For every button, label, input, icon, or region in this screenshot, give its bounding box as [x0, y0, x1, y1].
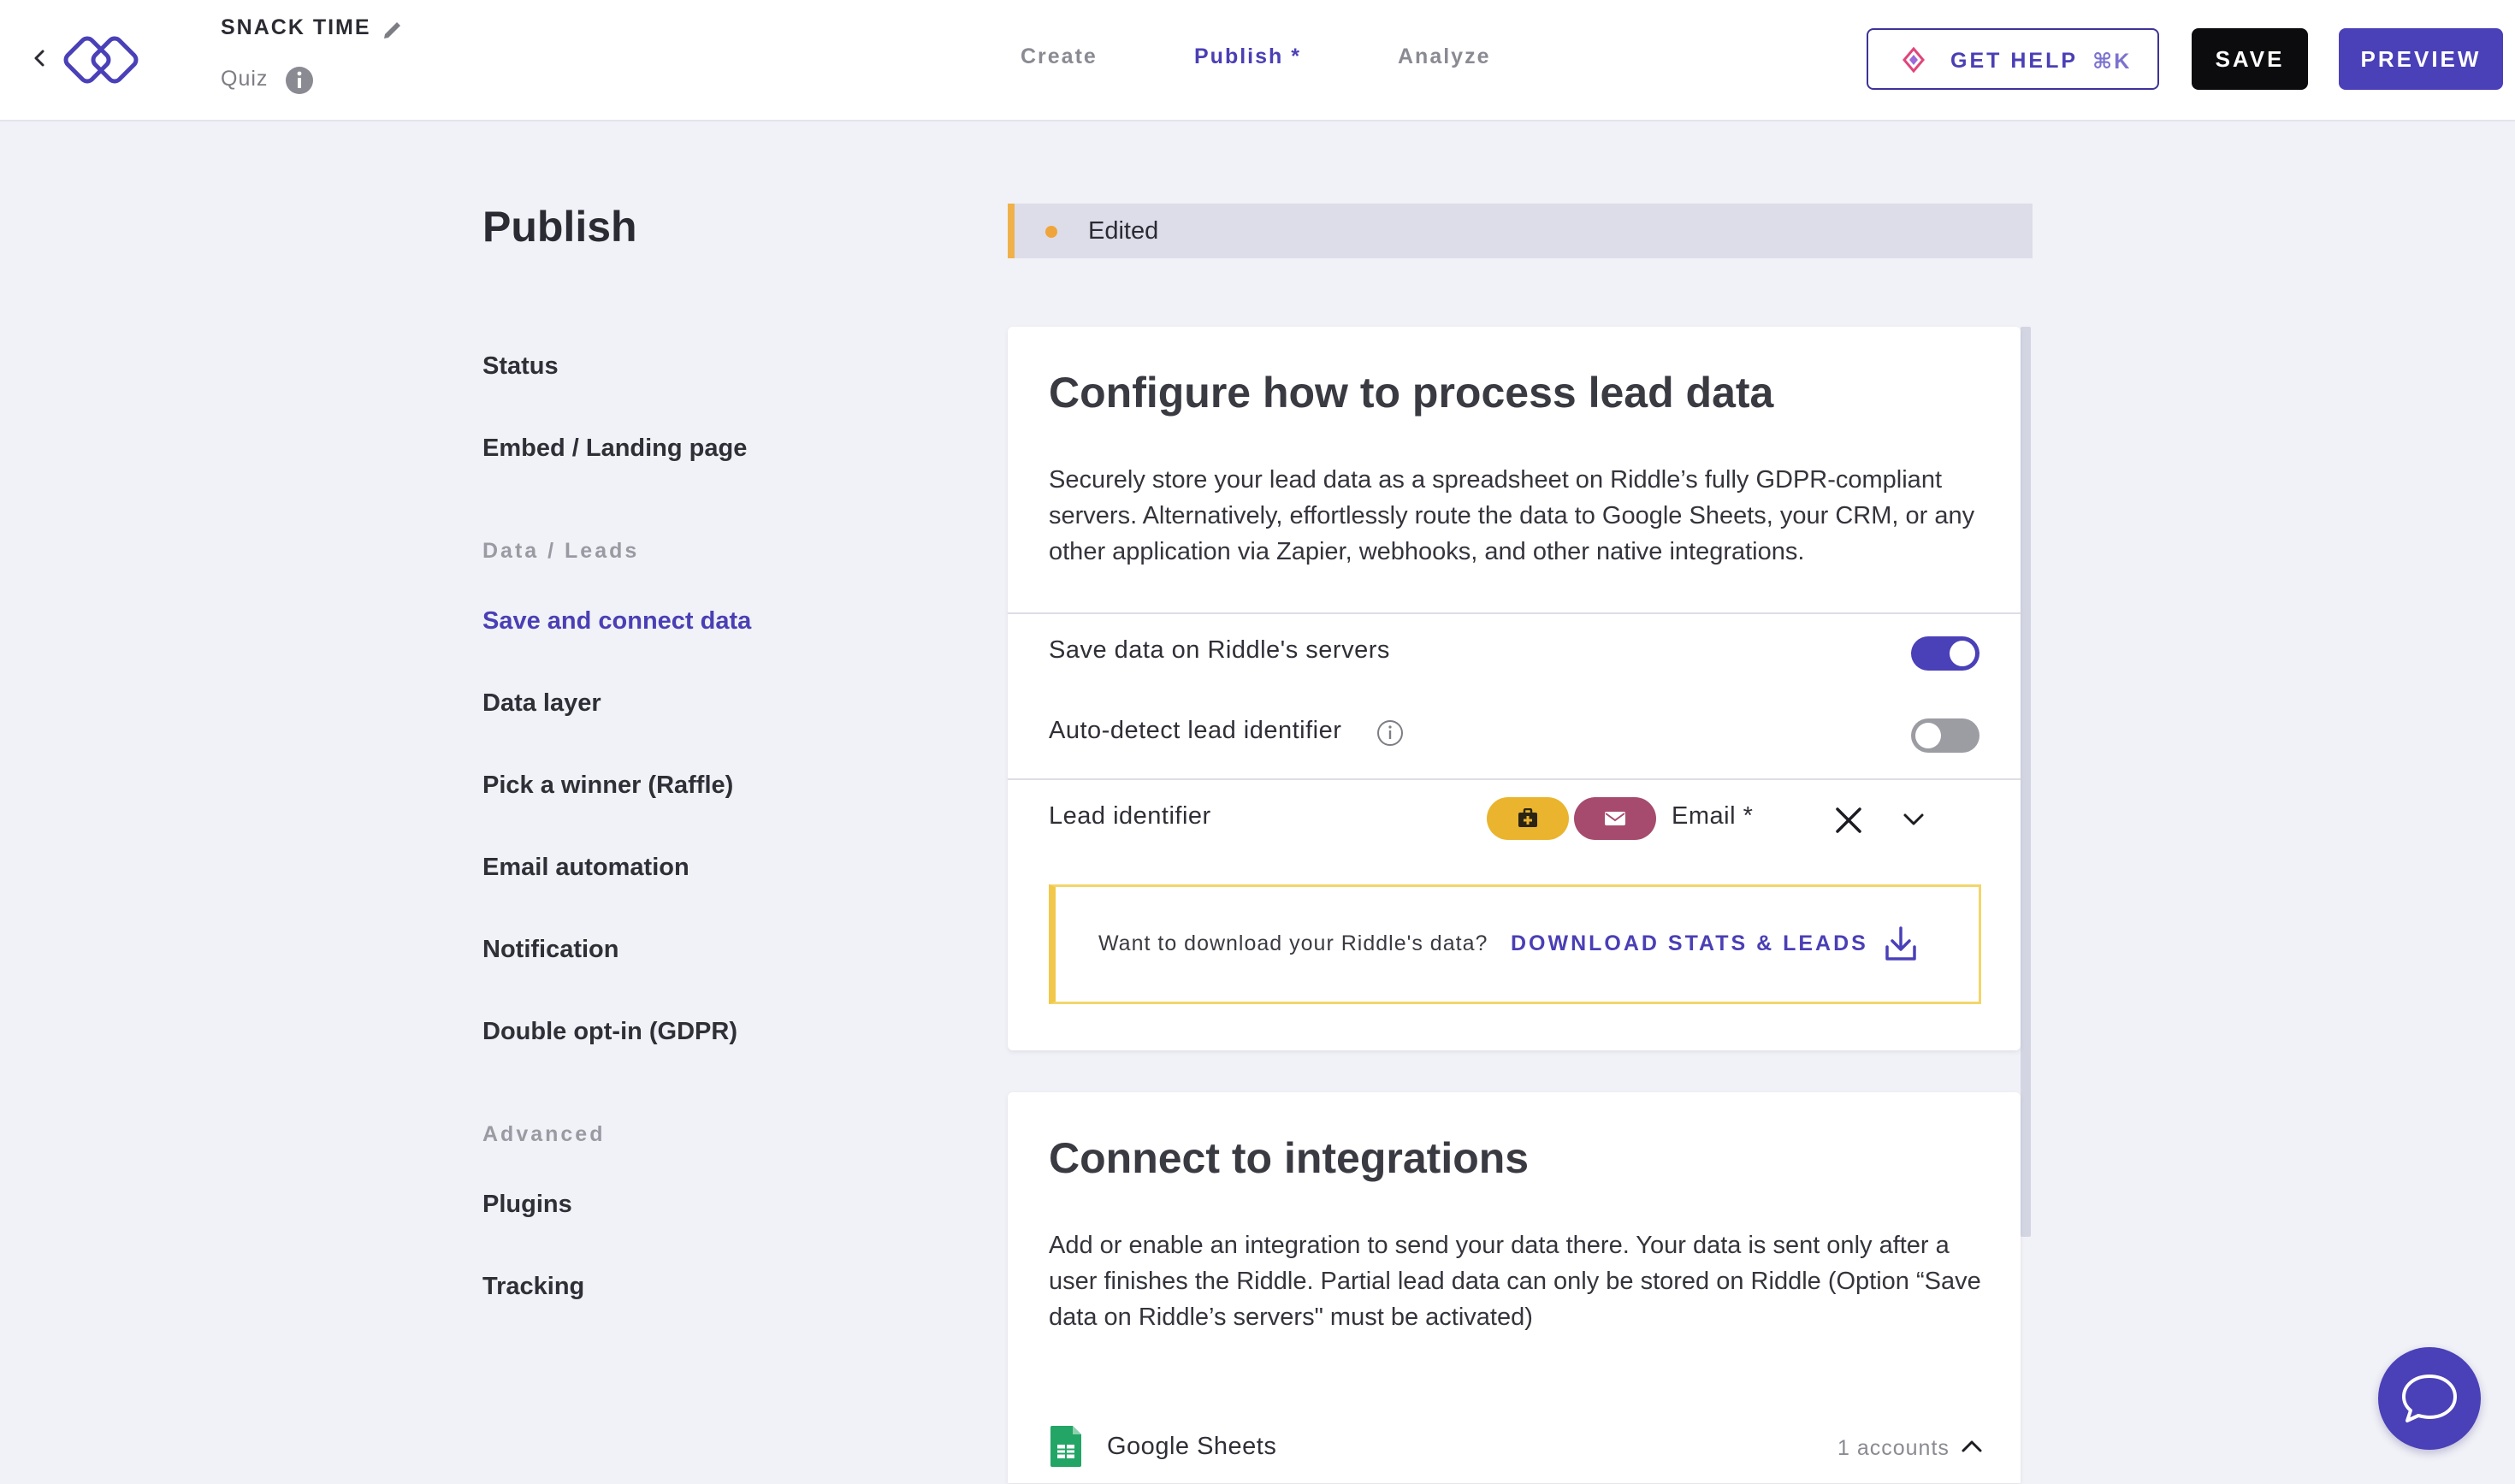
- info-icon[interactable]: [1376, 718, 1405, 748]
- auto-detect-toggle[interactable]: [1911, 718, 1979, 753]
- scrollbar[interactable]: [2021, 327, 2031, 1237]
- status-bar: Edited: [1008, 204, 2033, 258]
- save-on-servers-label: Save data on Riddle's servers: [1049, 636, 1390, 664]
- info-icon[interactable]: [284, 65, 315, 96]
- download-icon[interactable]: [1884, 925, 1918, 962]
- riddle-type: Quiz: [221, 67, 269, 91]
- sidebar-item-double-opt-in[interactable]: Double opt-in (GDPR): [482, 1018, 737, 1046]
- integration-name: Google Sheets: [1107, 1433, 1277, 1460]
- chat-button[interactable]: [2378, 1347, 2481, 1450]
- chat-bubble-icon: [2402, 1375, 2457, 1422]
- page-title: Publish: [482, 203, 637, 251]
- lead-card-title: Configure how to process lead data: [1049, 369, 1774, 417]
- lead-card-description: Securely store your lead data as a sprea…: [1049, 466, 1975, 565]
- sidebar-item-tracking[interactable]: Tracking: [482, 1273, 584, 1301]
- download-stats-leads-link[interactable]: DOWNLOAD STATS & LEADS: [1511, 931, 1868, 956]
- integration-row-google-sheets[interactable]: Google Sheets 1 accounts: [1008, 1416, 2021, 1484]
- pencil-icon[interactable]: [380, 15, 405, 41]
- sidebar-item-notification[interactable]: Notification: [482, 936, 619, 964]
- status-dot: [1045, 226, 1057, 238]
- lead-identifier-label: Lead identifier: [1049, 802, 1211, 830]
- lead-identifier-value: Email *: [1672, 802, 1754, 830]
- envelope-icon: [1605, 812, 1625, 825]
- preview-button[interactable]: PREVIEW: [2339, 28, 2503, 90]
- integration-accounts-count: 1 accounts: [1837, 1436, 1950, 1460]
- sidebar-item-embed[interactable]: Embed / Landing page: [482, 435, 747, 463]
- chevron-up-icon[interactable]: [1959, 1436, 1985, 1457]
- sidebar-item-status[interactable]: Status: [482, 352, 559, 381]
- sidebar-item-data-layer[interactable]: Data layer: [482, 689, 601, 718]
- get-help-button[interactable]: GET HELP ⌘K: [1867, 28, 2159, 90]
- get-help-label: GET HELP: [1950, 49, 2079, 73]
- tab-publish[interactable]: Publish *: [1194, 44, 1301, 69]
- diamond-icon: [1903, 47, 1925, 73]
- tab-create[interactable]: Create: [1021, 44, 1098, 69]
- toggle-knob: [1915, 723, 1941, 748]
- toggle-knob: [1950, 641, 1975, 666]
- checkbox-plus-icon: [1518, 808, 1537, 827]
- chevron-left-icon[interactable]: [29, 41, 51, 75]
- divider: [1008, 612, 2021, 614]
- save-on-servers-toggle[interactable]: [1911, 636, 1979, 671]
- riddle-logo[interactable]: [60, 26, 154, 94]
- sidebar-item-raffle[interactable]: Pick a winner (Raffle): [482, 772, 733, 800]
- download-callout: Want to download your Riddle's data? DOW…: [1049, 884, 1981, 1004]
- chevron-down-icon[interactable]: [1901, 809, 1926, 830]
- sidebar-group-advanced: Advanced: [482, 1122, 606, 1146]
- field-type-pill: [1574, 797, 1656, 840]
- integrations-card-title: Connect to integrations: [1049, 1134, 1530, 1182]
- google-sheets-icon: [1050, 1426, 1081, 1467]
- divider: [1008, 778, 2021, 780]
- integrations-card: Connect to integrations Add or enable an…: [1008, 1092, 2021, 1483]
- auto-detect-label: Auto-detect lead identifier: [1049, 717, 1342, 744]
- get-help-shortcut: ⌘K: [2092, 50, 2132, 74]
- save-button[interactable]: SAVE: [2192, 28, 2308, 90]
- sidebar-item-save-connect[interactable]: Save and connect data: [482, 607, 751, 636]
- riddle-title: SNACK TIME: [221, 15, 371, 39]
- sidebar-group-data: Data / Leads: [482, 539, 640, 563]
- top-bar: SNACK TIME Quiz Create Publish * Analyze…: [0, 0, 2515, 121]
- sidebar-item-email-automation[interactable]: Email automation: [482, 854, 689, 882]
- close-icon[interactable]: [1834, 806, 1863, 835]
- lead-data-card: Configure how to process lead data Secur…: [1008, 327, 2021, 1050]
- field-type-pill: [1487, 797, 1569, 840]
- status-label: Edited: [1088, 217, 1159, 245]
- sidebar-item-plugins[interactable]: Plugins: [482, 1191, 572, 1219]
- download-question: Want to download your Riddle's data?: [1098, 931, 1488, 955]
- tab-analyze[interactable]: Analyze: [1398, 44, 1490, 69]
- integrations-card-description: Add or enable an integration to send you…: [1049, 1232, 1981, 1331]
